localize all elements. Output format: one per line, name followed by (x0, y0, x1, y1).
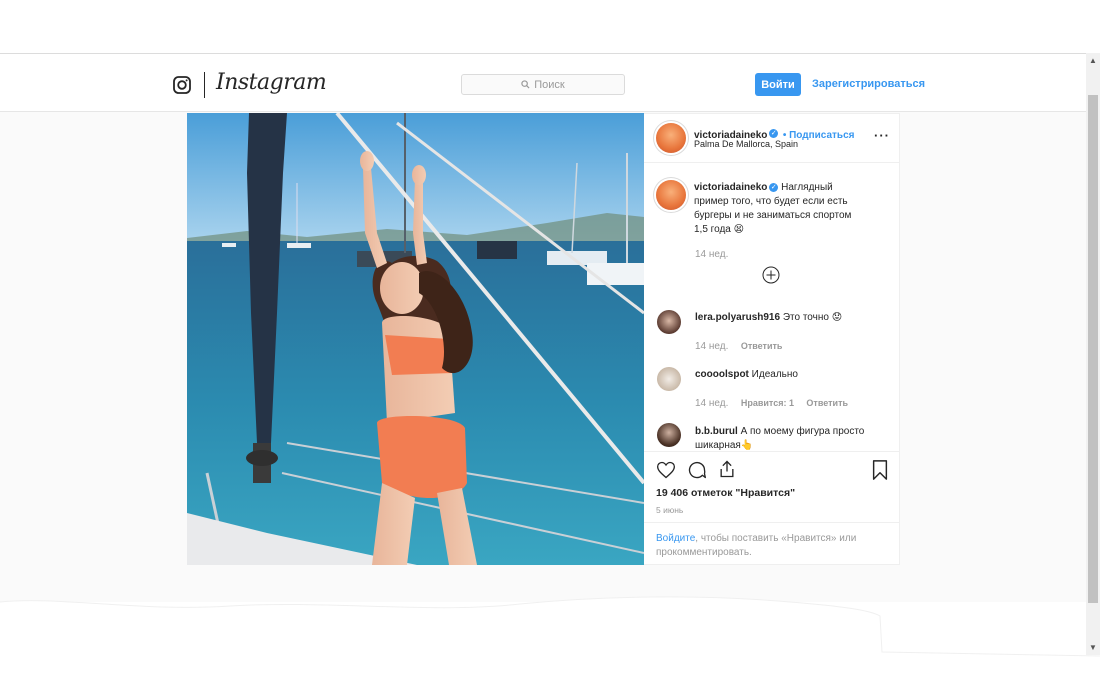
post-location[interactable]: Palma De Mallorca, Spain (694, 139, 798, 149)
comment-likes[interactable]: Нравится: 1 (741, 398, 794, 408)
heart-icon[interactable] (656, 460, 676, 480)
caption-avatar[interactable] (656, 180, 686, 210)
bookmark-icon[interactable] (871, 460, 889, 480)
post-caption: victoriadaineko ✓ Наглядный пример того, … (694, 181, 894, 237)
likes-count[interactable]: 19 406 отметок "Нравится" (656, 487, 795, 499)
comment-icon[interactable] (687, 460, 707, 480)
browser-top-area (0, 0, 1100, 53)
instagram-glyph-icon[interactable] (173, 76, 191, 94)
author-avatar[interactable] (656, 123, 686, 153)
comment-username[interactable]: lera.polyarush916 (695, 312, 780, 323)
caption-time[interactable]: 14 нед. (695, 249, 728, 260)
comment-username[interactable]: coooolspot (695, 369, 749, 380)
comment-time[interactable]: 14 нед. (695, 341, 728, 352)
post-photo[interactable] (187, 113, 644, 565)
comment-text-line-2: шикарная👆 (695, 440, 754, 451)
scroll-thumb[interactable] (1088, 95, 1098, 603)
comment-2: coooolspot Идеально (695, 369, 798, 380)
scroll-down-icon[interactable]: ▼ (1089, 643, 1097, 652)
post-date: 5 июнь (656, 505, 684, 515)
caption-line-2: пример того, что будет если есть (694, 196, 848, 207)
follow-button[interactable]: Подписаться (789, 130, 854, 141)
search-icon (521, 80, 530, 89)
comment-avatar[interactable] (657, 310, 681, 334)
verified-icon: ✓ (769, 182, 779, 192)
photo-scene (187, 113, 644, 565)
comment-username[interactable]: b.b.burul (695, 426, 738, 437)
login-prompt-text-2: прокомментировать. (656, 547, 752, 558)
header-divider (644, 162, 900, 163)
search-placeholder: Поиск (534, 78, 565, 91)
torn-edge (0, 596, 1100, 688)
top-navigation: Instagram Поиск Войти Зарегистрироваться (0, 53, 1086, 112)
vertical-scrollbar[interactable]: ▲ ▼ (1086, 53, 1100, 655)
load-more-icon[interactable] (762, 266, 780, 284)
login-prompt: Войдите, чтобы поставить «Нравится» или … (656, 532, 892, 560)
comment-text-line-1: А по моему фигура просто (740, 426, 865, 437)
caption-username[interactable]: victoriadaineko (694, 182, 767, 193)
instagram-wordmark[interactable]: Instagram (216, 70, 327, 95)
logo-divider (204, 72, 205, 98)
comment-1-meta: 14 нед. Ответить (695, 336, 782, 354)
login-prompt-divider (644, 522, 900, 523)
comment-avatar[interactable] (657, 367, 681, 391)
reply-button[interactable]: Ответить (806, 398, 848, 408)
comment-3: b.b.burul А по моему фигура просто шикар… (695, 425, 895, 453)
login-button[interactable]: Войти (755, 73, 801, 96)
post-details-panel: victoriadaineko ✓ • Подписаться Palma De … (644, 113, 900, 565)
comment-text: Это точно 😟 (782, 312, 843, 323)
signup-link[interactable]: Зарегистрироваться (812, 78, 925, 90)
login-prompt-link[interactable]: Войдите (656, 533, 695, 544)
scroll-up-icon[interactable]: ▲ (1089, 56, 1097, 65)
comment-1: lera.polyarush916 Это точно 😟 (695, 312, 842, 323)
comment-avatar[interactable] (657, 423, 681, 447)
comment-time[interactable]: 14 нед. (695, 398, 728, 409)
caption-line-3: бургеры и не заниматься спортом (694, 210, 852, 221)
reply-button[interactable]: Ответить (741, 341, 783, 351)
caption-line-1: Наглядный (781, 182, 833, 193)
more-icon[interactable]: ··· (874, 128, 890, 143)
caption-line-4: 1,5 года 😫 (694, 224, 745, 235)
actions-divider (644, 451, 900, 452)
verified-icon: ✓ (769, 129, 779, 139)
share-icon[interactable] (717, 459, 737, 479)
search-input[interactable]: Поиск (461, 74, 625, 95)
comment-2-meta: 14 нед. Нравится: 1 Ответить (695, 393, 848, 411)
comment-text: Идеально (751, 369, 798, 380)
login-prompt-text: , чтобы поставить «Нравится» или (695, 533, 857, 544)
